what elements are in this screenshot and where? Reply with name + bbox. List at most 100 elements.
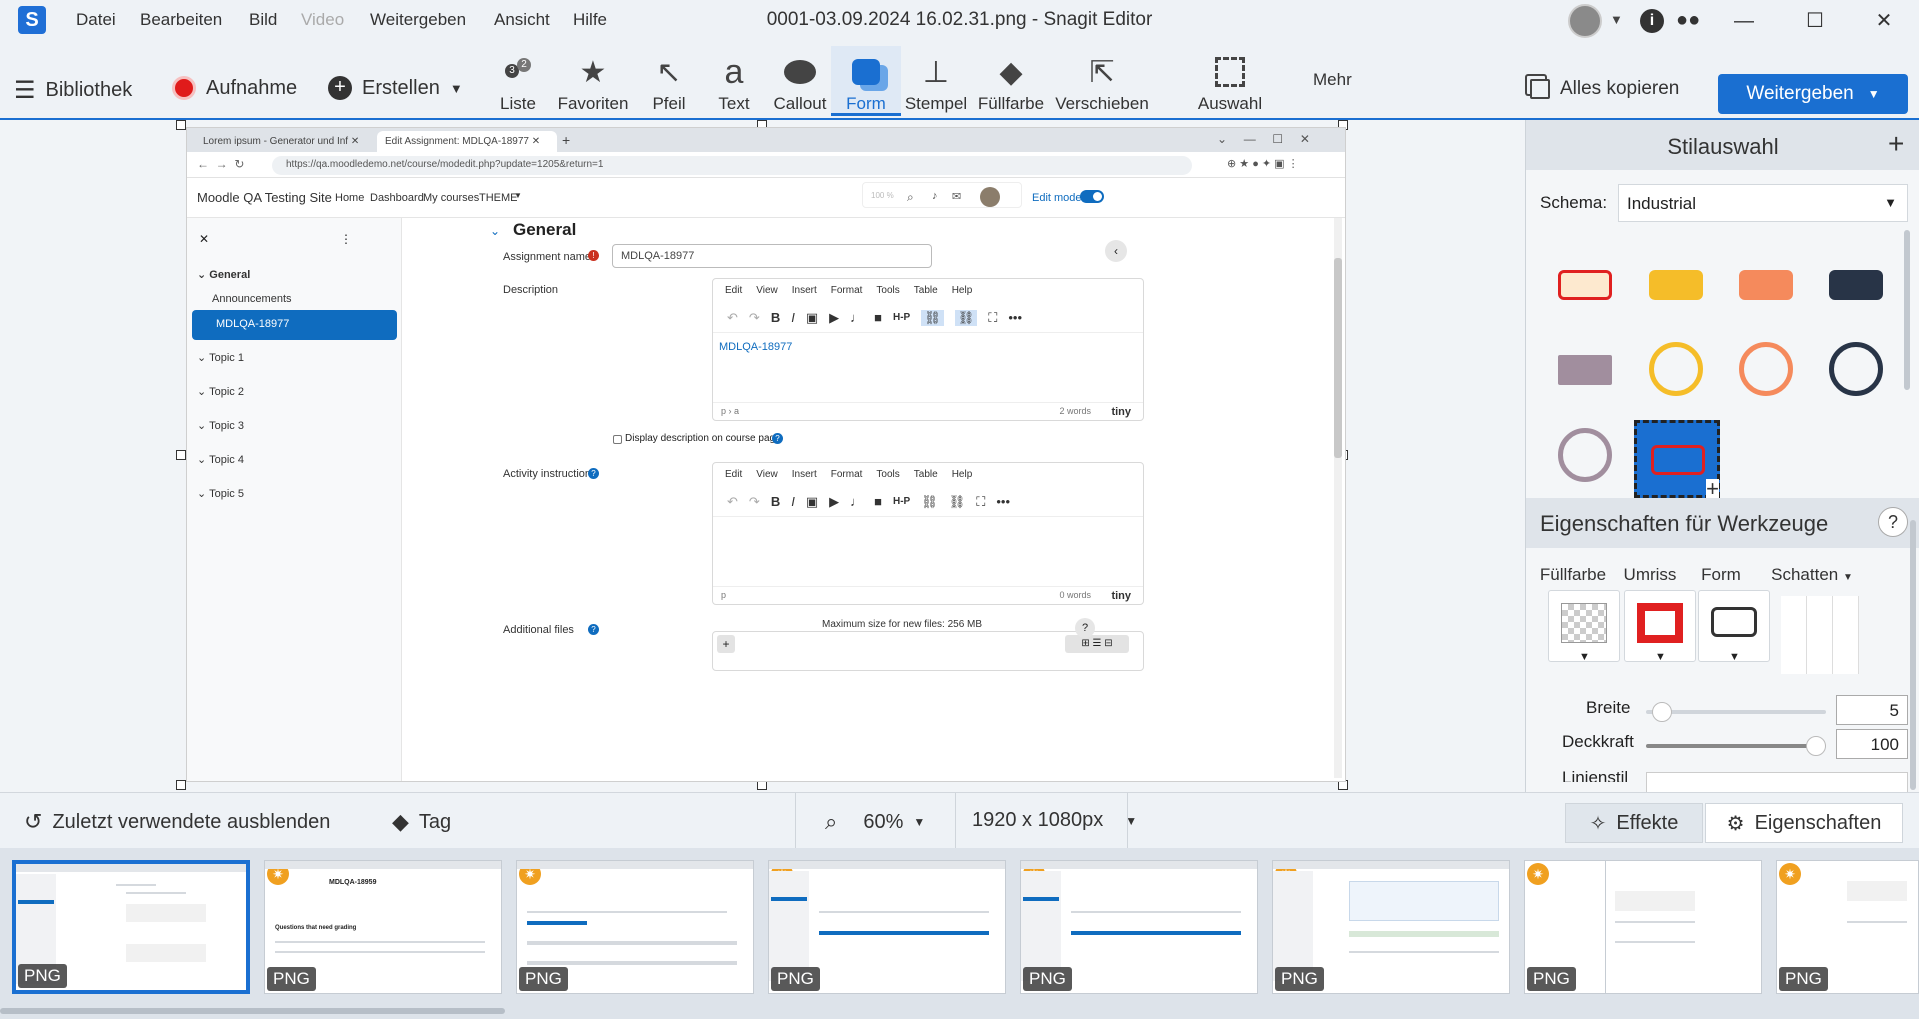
width-slider[interactable] [1646,710,1826,714]
editor-menu-help[interactable]: Help [952,285,973,297]
width-slider-knob[interactable] [1652,702,1672,722]
scrollbar[interactable] [1334,218,1342,778]
bold-icon[interactable]: B [771,310,780,325]
editor-canvas[interactable]: Lorem ipsum - Generator und Inf ✕ Edit A… [0,120,1525,792]
editor-menu-tools[interactable]: Tools [876,285,899,297]
editor-menu-insert[interactable]: Insert [792,469,817,481]
editor-menu-help[interactable]: Help [952,469,973,481]
help-icon[interactable]: ? [588,624,599,635]
add-style-icon[interactable]: + [1888,128,1904,160]
browser-tab[interactable]: Lorem ipsum - Generator und Inf ✕ [195,131,375,152]
copy-all-button[interactable]: Alles kopieren [1530,78,1679,100]
display-description-checkbox[interactable] [613,435,622,444]
assignment-name-input[interactable]: MDLQA-18977 [612,244,932,268]
help-button[interactable]: ? [1075,618,1095,638]
minimize-button[interactable]: — [1724,6,1764,36]
user-avatar[interactable] [1568,4,1602,38]
menu-file[interactable]: Datei [76,10,116,30]
shape-picker[interactable]: ▼ [1698,590,1770,663]
capture-button[interactable]: Aufnahme [172,76,297,100]
drawer-topic-3[interactable]: ⌄ Topic 3 [197,419,244,432]
url-field[interactable]: https://qa.moodledemo.net/course/modedit… [272,156,1192,175]
microphone-icon[interactable]: ♩ [850,494,863,509]
style-swatch[interactable] [1558,270,1612,300]
nav-theme[interactable]: THEME [479,192,518,204]
create-button[interactable]: + Erstellen ▼ [328,76,463,100]
editor-menu-insert[interactable]: Insert [792,285,817,297]
scrollbar[interactable] [1904,230,1910,390]
file-picker[interactable]: + ⊞ ☰ ⊟ [712,631,1144,671]
more-icon[interactable]: ••• [1008,310,1022,325]
close-button[interactable]: ✕ [1864,6,1904,36]
media-icon[interactable]: ▶ [829,310,839,326]
more-icon[interactable]: ••• [996,494,1010,509]
link-icon[interactable]: ⛓ [921,309,944,326]
video-camera-icon[interactable]: ■ [874,310,882,325]
help-icon[interactable]: ? [588,468,599,479]
bold-icon[interactable]: B [771,494,780,509]
shadow-label[interactable]: Schatten ▼ [1762,565,1862,585]
description-editor[interactable]: Edit View Insert Format Tools Table Help… [712,278,1144,421]
opacity-slider-knob[interactable] [1806,736,1826,756]
unlink-icon[interactable]: ⛓ [954,309,978,326]
description-link-text[interactable]: MDLQA-18977 [719,341,792,353]
resize-handle[interactable] [176,120,186,130]
tool-fill[interactable]: ◆ Füllfarbe [972,50,1050,114]
tool-favorites[interactable]: ★ Favoriten [557,50,629,114]
tool-shape[interactable]: Form [831,46,901,116]
outline-picker[interactable]: ▼ [1624,590,1696,663]
undo-icon[interactable]: ↶ [727,494,738,510]
fill-color-picker[interactable]: ▼ [1548,590,1620,663]
nav-arrows-icon[interactable]: ← → ↻ [197,157,244,171]
drawer-section-general[interactable]: ⌄ General [197,268,250,281]
activity-instructions-editor[interactable]: Edit View Insert Format Tools Table Help… [712,462,1144,605]
capture-thumbnail[interactable]: ✷ MDLQA-18959 Questions that need gradin… [264,860,502,994]
style-ring[interactable] [1829,342,1883,396]
capture-thumbnail[interactable]: ✷ PNG [1020,860,1258,994]
menu-view[interactable]: Ansicht [494,10,550,30]
fullscreen-icon[interactable]: ⛶ [976,494,985,510]
search-icon[interactable]: ⌕ [907,190,914,205]
media-icon[interactable]: ▶ [829,494,839,510]
view-mode-icons[interactable]: ⊞ ☰ ⊟ [1065,635,1129,653]
share-button[interactable]: Weitergeben ▼ [1718,74,1908,114]
add-file-icon[interactable]: + [717,635,735,653]
undo-icon[interactable]: ↶ [727,310,738,326]
line-style-select[interactable] [1646,772,1908,792]
user-avatar[interactable] [980,187,1000,207]
capture-thumbnail[interactable]: ✷ PNG [1524,860,1762,994]
library-button[interactable]: ☰ Bibliothek [14,76,132,105]
edit-mode-toggle[interactable] [1080,190,1104,203]
h5p-icon[interactable]: H-P [893,312,910,323]
unlink-icon[interactable]: ⛓ [949,494,966,510]
style-ring[interactable] [1739,342,1793,396]
browser-tab-active[interactable]: Edit Assignment: MDLQA-18977 ✕ [377,131,557,152]
maximize-button[interactable]: ☐ [1795,6,1835,36]
resize-handle[interactable] [176,780,186,790]
menu-help[interactable]: Hilfe [573,10,607,30]
tool-stamp[interactable]: ⊥ Stempel [900,50,972,114]
collapse-chevron-icon[interactable]: ⌄ [490,224,500,238]
community-icon[interactable]: ●● [1676,9,1700,32]
italic-icon[interactable]: I [791,494,795,509]
scrollbar[interactable] [1910,520,1916,790]
editor-menu-edit[interactable]: Edit [725,285,742,297]
menu-image[interactable]: Bild [249,10,277,30]
drawer-toggle-icon[interactable]: ‹ [1105,240,1127,262]
drawer-item-announcements[interactable]: Announcements [212,293,292,305]
opacity-slider[interactable] [1646,744,1826,748]
schema-select[interactable]: Industrial ▼ [1618,184,1908,222]
nav-home[interactable]: Home [335,192,364,204]
capture-thumbnail[interactable]: ✷ PNG [1776,860,1919,994]
hide-recent-button[interactable]: ↺ Zuletzt verwendete ausblenden [24,809,330,835]
redo-icon[interactable]: ↷ [749,310,760,326]
help-icon[interactable]: ? [772,433,783,444]
help-icon[interactable]: ? [1878,507,1908,537]
tray-scrollbar[interactable] [0,1008,505,1014]
tool-callout[interactable]: Callout [765,50,835,114]
menu-edit[interactable]: Bearbeiten [140,10,222,30]
kebab-menu-icon[interactable]: ⋮ [340,232,352,246]
link-icon[interactable]: ⛓ [921,494,938,510]
chevron-down-icon[interactable]: ▼ [1610,12,1623,27]
drawer-item-active[interactable]: MDLQA-18977 [192,310,397,340]
